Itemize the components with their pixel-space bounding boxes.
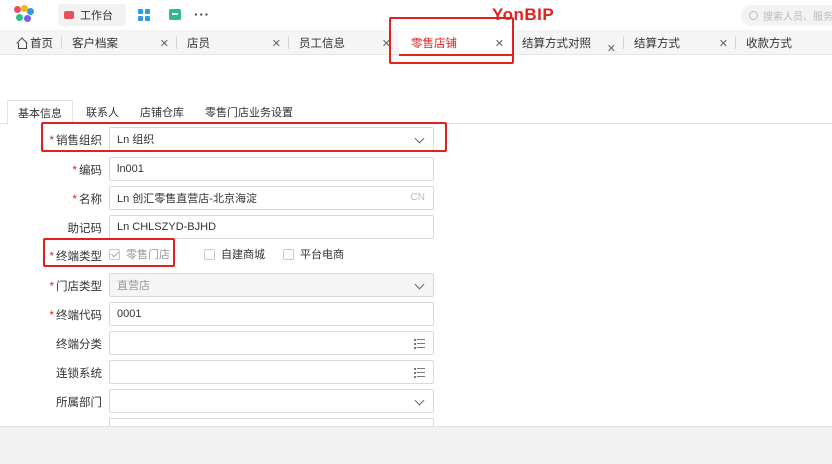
- checkbox-retail-store[interactable]: 零售门店: [109, 246, 170, 262]
- tab-strip: 首页 客户档案 ✕ 店员 ✕ 员工信息 ✕ 零售店铺 ✕ 结算方式对照 ✕ 结算…: [0, 30, 832, 56]
- mnemonic-input[interactable]: Ln CHLSZYD-BJHD: [109, 215, 434, 239]
- list-icon[interactable]: [414, 339, 425, 349]
- more-icon[interactable]: ···: [194, 7, 210, 22]
- apps-grid-icon[interactable]: [138, 9, 150, 21]
- row-sales-org: * 销售组织 Ln 组织: [0, 127, 832, 151]
- sales-org-label: * 销售组织: [49, 135, 102, 147]
- row-mnemonic: 助记码 Ln CHLSZYD-BJHD: [0, 215, 832, 239]
- tab-label: 收款方式: [746, 37, 792, 50]
- terminal-code-label: * 终端代码: [49, 310, 102, 322]
- tab-label: 结算方式对照: [522, 37, 591, 50]
- search-input[interactable]: 搜索人员、服务: [741, 5, 832, 26]
- checkbox-label: 平台电商: [300, 249, 344, 261]
- terminal-code-input[interactable]: 0001: [109, 302, 434, 326]
- mnemonic-label: 助记码: [67, 223, 103, 235]
- name-input[interactable]: Ln 创汇零售直营店-北京海淀 CN: [109, 186, 434, 210]
- app-logo-icon[interactable]: [14, 5, 34, 24]
- chain-system-ref[interactable]: [109, 360, 434, 384]
- chevron-down-icon: [414, 279, 425, 290]
- row-terminal-category: 终端分类: [0, 331, 832, 355]
- bottom-bar: [0, 426, 832, 464]
- language-suffix[interactable]: CN: [411, 192, 425, 203]
- close-icon[interactable]: ✕: [272, 37, 281, 50]
- terminal-type-label: * 终端类型: [49, 251, 102, 263]
- checkbox-icon: [283, 248, 294, 260]
- tab-employee-info[interactable]: 员工信息 ✕: [289, 30, 399, 55]
- tab-home[interactable]: 首页: [0, 30, 62, 55]
- tab-label: 结算方式: [634, 37, 680, 50]
- workbench-label: 工作台: [80, 10, 113, 22]
- row-name: * 名称 Ln 创汇零售直营店-北京海淀 CN: [0, 186, 832, 210]
- workbench-icon: [64, 11, 74, 19]
- code-label: * 编码: [72, 165, 102, 177]
- chevron-down-icon: [414, 133, 425, 144]
- close-icon[interactable]: ✕: [160, 37, 169, 50]
- workbench-button[interactable]: 工作台: [58, 4, 126, 26]
- search-icon: [749, 11, 758, 20]
- tab-payment-method[interactable]: 收款方式: [736, 30, 832, 55]
- home-icon: [16, 38, 27, 49]
- list-icon[interactable]: [414, 368, 425, 378]
- chevron-down-icon: [414, 395, 425, 406]
- terminal-category-ref[interactable]: [109, 331, 434, 355]
- row-store-type: * 门店类型 直营店: [0, 273, 832, 297]
- brand-logo: YonBIP: [492, 5, 555, 24]
- next-field-partial: [109, 418, 434, 426]
- store-type-label: * 门店类型: [49, 281, 102, 293]
- sales-org-select[interactable]: Ln 组织: [109, 127, 434, 151]
- tab-settlement-mapping[interactable]: 结算方式对照 ✕: [512, 30, 624, 55]
- close-icon[interactable]: ✕: [719, 37, 728, 50]
- row-terminal-code: * 终端代码 0001: [0, 302, 832, 326]
- row-terminal-type: * 终端类型 零售门店 自建商城 平台电商: [0, 243, 832, 267]
- code-input[interactable]: ln001: [109, 157, 434, 181]
- checkbox-platform-ecommerce[interactable]: 平台电商: [283, 246, 344, 262]
- detail-subtabs: 基本信息 联系人 店铺仓库 零售门店业务设置: [0, 100, 832, 125]
- sales-org-value: Ln 组织: [117, 134, 155, 146]
- tab-label: 首页: [30, 37, 53, 50]
- tab-label: 员工信息: [299, 37, 345, 50]
- message-icon[interactable]: [169, 9, 181, 20]
- checkbox-icon: [204, 248, 215, 260]
- department-select[interactable]: [109, 389, 434, 413]
- name-label: * 名称: [72, 194, 102, 206]
- name-value: Ln 创汇零售直营店-北京海淀: [117, 193, 257, 205]
- store-type-value: 直营店: [117, 280, 150, 292]
- checkbox-label: 自建商城: [221, 249, 265, 261]
- checkbox-checked-icon: [109, 248, 120, 260]
- department-label: 所属部门: [56, 397, 102, 409]
- tab-retail-store[interactable]: 零售店铺 ✕: [399, 30, 512, 56]
- mnemonic-value: Ln CHLSZYD-BJHD: [117, 221, 217, 233]
- subtab-store-warehouse[interactable]: 店铺仓库: [140, 100, 184, 124]
- close-icon[interactable]: ✕: [382, 37, 391, 50]
- checkbox-label: 零售门店: [126, 249, 170, 261]
- tab-customer-archive[interactable]: 客户档案 ✕: [62, 30, 177, 55]
- subtab-store-business-settings[interactable]: 零售门店业务设置: [205, 100, 293, 124]
- search-placeholder: 搜索人员、服务: [763, 12, 832, 23]
- toolbar-area: [0, 56, 832, 98]
- close-icon[interactable]: ✕: [607, 42, 616, 55]
- subtab-contacts[interactable]: 联系人: [86, 100, 119, 124]
- close-icon[interactable]: ✕: [495, 37, 504, 50]
- store-type-select[interactable]: 直营店: [109, 273, 434, 297]
- tab-clerk[interactable]: 店员 ✕: [177, 30, 289, 55]
- row-chain-system: 连锁系统: [0, 360, 832, 384]
- subtab-basic-info[interactable]: 基本信息: [7, 100, 73, 125]
- terminal-category-label: 终端分类: [56, 339, 102, 351]
- chain-system-label: 连锁系统: [56, 368, 102, 380]
- row-department: 所属部门: [0, 389, 832, 413]
- tab-label: 客户档案: [72, 37, 118, 50]
- row-code: * 编码 ln001: [0, 157, 832, 181]
- top-bar: 工作台 ··· YonBIP 搜索人员、服务: [0, 0, 832, 30]
- tab-label: 店员: [187, 37, 210, 50]
- terminal-type-checkbox-group: 零售门店 自建商城 平台电商: [109, 246, 358, 262]
- checkbox-self-mall[interactable]: 自建商城: [204, 246, 265, 262]
- terminal-code-value: 0001: [117, 308, 142, 320]
- code-value: ln001: [117, 163, 144, 175]
- tab-label: 零售店铺: [411, 37, 457, 50]
- tab-settlement-method[interactable]: 结算方式 ✕: [624, 30, 736, 55]
